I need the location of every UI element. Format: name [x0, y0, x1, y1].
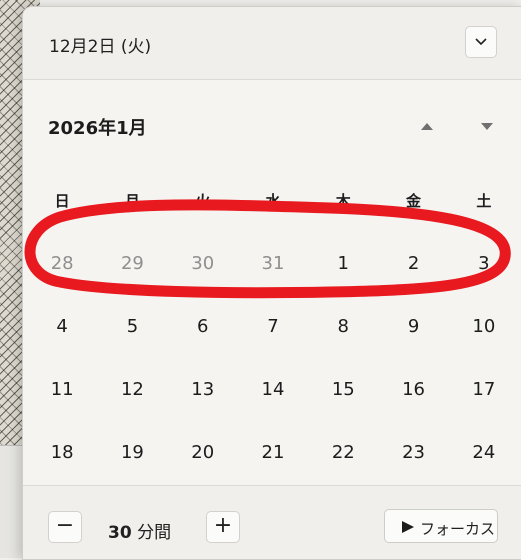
- calendar-week-row: 4 5 6 7 8 9 10: [27, 295, 519, 358]
- next-month-button[interactable]: [475, 114, 499, 138]
- flyout-header: 12月2日 (火): [23, 7, 521, 80]
- calendar-day-cell[interactable]: 8: [308, 307, 378, 347]
- duration-unit: 分間: [137, 523, 172, 543]
- calendar-day-cell[interactable]: 7: [238, 307, 308, 347]
- start-focus-button[interactable]: フォーカス: [384, 509, 498, 543]
- selected-date-title: 12月2日 (火): [49, 37, 152, 57]
- calendar-day-cell[interactable]: 24: [449, 433, 519, 473]
- focus-duration: 30 分間: [108, 518, 171, 543]
- calendar-flyout: 12月2日 (火) 2026年1月 日 月 火 水 木 金 土 28 29 30…: [22, 6, 521, 560]
- calendar-day-cell[interactable]: 5: [97, 307, 167, 347]
- calendar-day-cell[interactable]: 2: [378, 244, 448, 284]
- calendar-day-cell[interactable]: 3: [449, 244, 519, 284]
- calendar-day-cell[interactable]: 21: [238, 433, 308, 473]
- calendar-day-cell[interactable]: 18: [27, 433, 97, 473]
- calendar-day-cell[interactable]: 14: [238, 370, 308, 410]
- increase-duration-button[interactable]: +: [206, 511, 240, 543]
- calendar-day-cell[interactable]: 28: [27, 244, 97, 284]
- calendar-day-cell[interactable]: 29: [97, 244, 167, 284]
- weekday-label: 金: [406, 192, 422, 210]
- calendar-week-row: 28 29 30 31 1 2 3: [27, 232, 519, 295]
- calendar-day-cell[interactable]: 1: [308, 244, 378, 284]
- calendar-week-row: 18 19 20 21 22 23 24: [27, 421, 519, 484]
- chevron-down-icon: [475, 38, 487, 46]
- calendar-day-cell[interactable]: 17: [449, 370, 519, 410]
- calendar-day-cell[interactable]: 9: [378, 307, 448, 347]
- calendar-day-cell[interactable]: 12: [97, 370, 167, 410]
- weekday-label: 木: [335, 192, 351, 210]
- triangle-down-icon: [481, 123, 493, 130]
- focus-footer: − 30 分間 + フォーカス: [23, 485, 521, 559]
- weekday-label: 水: [265, 192, 281, 210]
- calendar-day-cell[interactable]: 13: [168, 370, 238, 410]
- collapse-calendar-button[interactable]: [465, 26, 497, 58]
- calendar-day-cell[interactable]: 6: [168, 307, 238, 347]
- weekday-header-row: 日 月 火 水 木 金 土: [27, 190, 519, 214]
- calendar-week-row: 11 12 13 14 15 16 17: [27, 358, 519, 421]
- calendar-body: 2026年1月 日 月 火 水 木 金 土 28 29 30 31 1 2 3 …: [23, 80, 521, 485]
- weekday-label: 月: [124, 192, 140, 210]
- calendar-day-cell[interactable]: 20: [168, 433, 238, 473]
- calendar-day-cell[interactable]: 23: [378, 433, 448, 473]
- decrease-duration-button[interactable]: −: [48, 511, 82, 543]
- month-year-title[interactable]: 2026年1月: [48, 114, 147, 140]
- triangle-up-icon: [421, 123, 433, 130]
- calendar-day-cell[interactable]: 11: [27, 370, 97, 410]
- calendar-day-cell[interactable]: 16: [378, 370, 448, 410]
- calendar-day-cell[interactable]: 10: [449, 307, 519, 347]
- focus-button-label: フォーカス: [420, 520, 496, 538]
- calendar-day-cell[interactable]: 15: [308, 370, 378, 410]
- duration-value: 30: [108, 523, 132, 543]
- calendar-day-cell[interactable]: 31: [238, 244, 308, 284]
- previous-month-button[interactable]: [415, 114, 439, 138]
- calendar-day-cell[interactable]: 4: [27, 307, 97, 347]
- calendar-day-grid: 28 29 30 31 1 2 3 4 5 6 7 8 9 10 11 12 1…: [27, 232, 519, 484]
- weekday-label: 火: [195, 192, 211, 210]
- calendar-day-cell[interactable]: 30: [168, 244, 238, 284]
- calendar-day-cell[interactable]: 22: [308, 433, 378, 473]
- play-icon: [402, 521, 414, 533]
- weekday-label: 土: [476, 192, 492, 210]
- calendar-day-cell[interactable]: 19: [97, 433, 167, 473]
- weekday-label: 日: [54, 192, 70, 210]
